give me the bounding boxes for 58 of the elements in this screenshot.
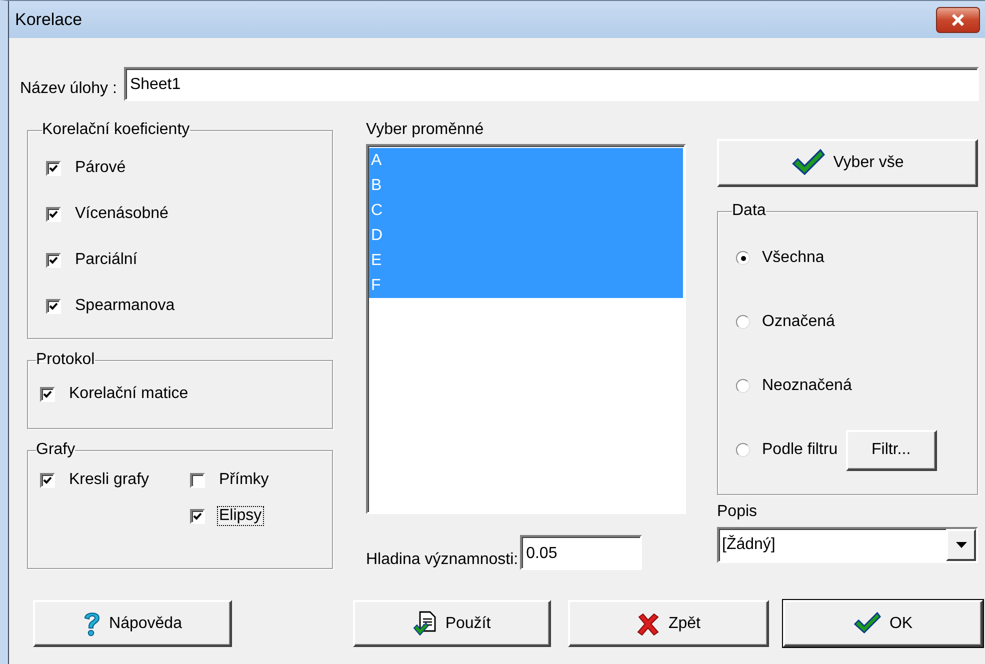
close-icon [951, 14, 965, 26]
filter-button[interactable]: Filtr... [846, 430, 937, 470]
checkbox-label[interactable]: Přímky [217, 470, 271, 490]
radio-button[interactable] [736, 315, 750, 329]
ok-button[interactable]: OK [783, 600, 983, 647]
dropdown-button[interactable] [946, 529, 976, 561]
checkbox[interactable] [46, 252, 61, 268]
list-label: Vyber proměnné [366, 121, 485, 139]
help-button[interactable]: Nápověda [33, 600, 232, 647]
select-all-button[interactable]: Vyber vše [717, 139, 978, 187]
field-label: Název úlohy : [20, 80, 117, 98]
checkmark-icon [193, 512, 202, 520]
close-icon [636, 612, 660, 636]
checkbox[interactable] [46, 298, 61, 314]
checkbox[interactable] [46, 206, 61, 222]
caret-icon [956, 542, 966, 548]
radio-button[interactable] [736, 379, 750, 393]
help-icon [83, 610, 102, 636]
checkbox-label[interactable]: Parciální [73, 250, 140, 270]
checkbox-label[interactable]: Kresli grafy [67, 470, 152, 490]
document-check-icon [413, 610, 438, 636]
checkmark-icon [43, 390, 52, 398]
task-name-field[interactable]: Sheet1 [124, 67, 979, 101]
group-title: Data [732, 202, 766, 220]
checkbox[interactable] [40, 386, 55, 402]
checkmark-icon [49, 256, 58, 264]
checkbox-label[interactable]: Elipsy [217, 506, 264, 526]
checkmark-icon [49, 302, 58, 310]
checkmark-icon [49, 164, 58, 172]
checkbox[interactable] [40, 472, 55, 488]
radio-label[interactable]: Podle filtru [762, 441, 838, 459]
description-dropdown[interactable]: [Žádný] [717, 527, 978, 563]
group-title: Grafy [36, 441, 76, 459]
field-label: Popis [717, 503, 758, 521]
apply-button[interactable]: Použít [353, 600, 551, 647]
checkbox-label[interactable]: Vícenásobné [73, 204, 170, 224]
radio-label[interactable]: Označená [762, 313, 835, 331]
field-label: Hladina významnosti: [366, 550, 518, 568]
radio-label[interactable]: Neoznačená [762, 377, 852, 395]
checkbox[interactable] [190, 472, 205, 488]
check-icon [791, 149, 826, 177]
checkbox[interactable] [190, 508, 205, 524]
radio-label[interactable]: Všechna [762, 249, 824, 267]
radio-button[interactable] [736, 443, 750, 457]
check-icon [853, 612, 882, 635]
close-button[interactable] [936, 6, 980, 32]
checkbox-label[interactable]: Párové [73, 158, 128, 178]
significance-field[interactable]: 0.05 [520, 535, 642, 570]
checkbox-label[interactable]: Korelační matice [67, 384, 190, 404]
window-title: Korelace [15, 10, 82, 30]
checkbox-label[interactable]: Spearmanova [73, 296, 177, 316]
checkmark-icon [43, 476, 52, 484]
checkbox[interactable] [46, 160, 61, 176]
group-title: Protokol [36, 351, 95, 369]
group-title: Korelační koeficienty [42, 121, 190, 139]
radio-button[interactable] [736, 251, 750, 265]
checkmark-icon [49, 210, 58, 218]
back-button[interactable]: Zpět [568, 600, 769, 647]
